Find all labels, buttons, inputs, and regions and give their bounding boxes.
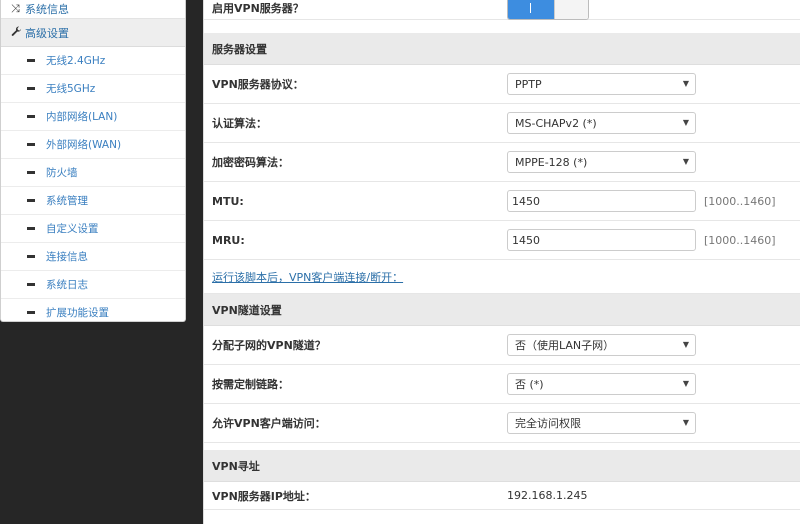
section-title: VPN寻址 [212, 459, 260, 473]
settings-panel: 启用VPN服务器？ 服务器设置 VPN服务器协议： PPTP ▼ 认证算法： M… [203, 0, 800, 524]
toggle-on-segment [508, 0, 554, 19]
wrench-icon [11, 26, 25, 40]
sidebar: ⤨ 系统信息 高级设置 无线2.4GHz 无线5GHz 内部网络(LAN) 外部… [0, 0, 186, 322]
select-value: MS-CHAPv2 (*) [515, 116, 597, 130]
caret-down-icon: ▼ [682, 118, 689, 127]
select-value: 否（使用LAN子网） [515, 339, 615, 352]
encryption-select[interactable]: MPPE-128 (*) ▼ [507, 151, 696, 173]
mru-row: MRU: [1000..1460] [204, 221, 800, 260]
sidebar-section-label: 高级设置 [25, 26, 69, 40]
caret-down-icon: ▼ [682, 79, 689, 88]
select-value: 否 (*) [515, 378, 544, 391]
sidebar-item-lan[interactable]: 内部网络(LAN) [1, 103, 185, 131]
subnet-tunnel-label: 分配子网的VPN隧道？ [212, 339, 326, 352]
sidebar-item-label: 系统信息 [25, 3, 69, 16]
subnet-tunnel-row: 分配子网的VPN隧道？ 否（使用LAN子网） ▼ [204, 326, 800, 365]
mtu-input[interactable] [507, 190, 696, 212]
tunnel-settings-header: VPN隧道设置 [204, 294, 800, 326]
auth-label: 认证算法： [212, 117, 267, 130]
mru-input[interactable] [507, 229, 696, 251]
sidebar-item-label: 内部网络(LAN) [46, 111, 118, 123]
dash-icon [27, 199, 35, 202]
dash-icon [27, 311, 35, 314]
sidebar-item-label: 无线5GHz [46, 83, 96, 95]
sidebar-item-label: 外部网络(WAN) [46, 139, 122, 151]
sidebar-item-label: 无线2.4GHz [46, 55, 106, 67]
sidebar-item-wireless-24[interactable]: 无线2.4GHz [1, 47, 185, 75]
auth-row: 认证算法： MS-CHAPv2 (*) ▼ [204, 104, 800, 143]
select-value: MPPE-128 (*) [515, 155, 588, 169]
caret-down-icon: ▼ [682, 418, 689, 427]
protocol-select[interactable]: PPTP ▼ [507, 73, 696, 95]
shuffle-icon: ⤨ [11, 2, 20, 15]
encryption-label: 加密密码算法： [212, 156, 289, 169]
server-settings-header: 服务器设置 [204, 33, 800, 65]
mtu-row: MTU: [1000..1460] [204, 182, 800, 221]
sidebar-item-wan[interactable]: 外部网络(WAN) [1, 131, 185, 159]
subnet-tunnel-select[interactable]: 否（使用LAN子网） ▼ [507, 334, 696, 356]
sidebar-section-advanced[interactable]: 高级设置 [1, 19, 185, 47]
addressing-header: VPN寻址 [204, 450, 800, 482]
sidebar-item-syslog[interactable]: 系统日志 [1, 271, 185, 299]
enable-vpn-toggle[interactable] [507, 0, 589, 20]
section-title: 服务器设置 [212, 42, 267, 56]
mru-range: [1000..1460] [704, 233, 776, 247]
sidebar-item-label: 系统日志 [46, 279, 88, 291]
mru-label: MRU: [212, 233, 245, 247]
server-ip-label: VPN服务器IP地址： [212, 489, 316, 503]
caret-down-icon: ▼ [682, 340, 689, 349]
sidebar-item-admin[interactable]: 系统管理 [1, 187, 185, 215]
mtu-label: MTU: [212, 194, 244, 208]
protocol-row: VPN服务器协议： PPTP ▼ [204, 65, 800, 104]
caret-down-icon: ▼ [682, 157, 689, 166]
protocol-label: VPN服务器协议： [212, 78, 304, 91]
sidebar-item-extensions[interactable]: 扩展功能设置 [1, 299, 185, 326]
sidebar-item-label: 自定义设置 [46, 223, 99, 235]
dash-icon [27, 283, 35, 286]
dash-icon [27, 115, 35, 118]
sidebar-item-system-info[interactable]: ⤨ 系统信息 [1, 0, 185, 19]
sidebar-item-firewall[interactable]: 防火墙 [1, 159, 185, 187]
caret-down-icon: ▼ [682, 379, 689, 388]
sidebar-item-label: 系统管理 [46, 195, 88, 207]
select-value: PPTP [515, 77, 542, 91]
on-demand-select[interactable]: 否 (*) ▼ [507, 373, 696, 395]
client-access-row: 允许VPN客户端访问： 完全访问权限 ▼ [204, 404, 800, 443]
sidebar-item-label: 连接信息 [46, 251, 88, 263]
sidebar-item-connections[interactable]: 连接信息 [1, 243, 185, 271]
script-row: 运行该脚本后，VPN客户端连接/断开： [204, 260, 800, 294]
on-demand-label: 按需定制链路： [212, 378, 289, 391]
sidebar-item-wireless-5[interactable]: 无线5GHz [1, 75, 185, 103]
dash-icon [27, 59, 35, 62]
mtu-range: [1000..1460] [704, 194, 776, 208]
select-value: 完全访问权限 [515, 417, 581, 430]
section-title: VPN隧道设置 [212, 303, 282, 317]
server-ip-value: 192.168.1.245 [507, 489, 588, 502]
enable-vpn-label: 启用VPN服务器？ [212, 2, 304, 15]
dash-icon [27, 255, 35, 258]
on-demand-row: 按需定制链路： 否 (*) ▼ [204, 365, 800, 404]
script-link[interactable]: 运行该脚本后，VPN客户端连接/断开： [212, 269, 403, 285]
server-ip-row: VPN服务器IP地址： 192.168.1.245 [204, 482, 800, 510]
client-access-label: 允许VPN客户端访问： [212, 417, 326, 430]
dash-icon [27, 227, 35, 230]
dash-icon [27, 143, 35, 146]
dash-icon [27, 87, 35, 90]
auth-select[interactable]: MS-CHAPv2 (*) ▼ [507, 112, 696, 134]
dash-icon [27, 171, 35, 174]
sidebar-item-label: 扩展功能设置 [46, 307, 109, 319]
sidebar-item-custom[interactable]: 自定义设置 [1, 215, 185, 243]
client-access-select[interactable]: 完全访问权限 ▼ [507, 412, 696, 434]
sidebar-item-label: 防火墙 [46, 167, 78, 179]
toggle-off-segment [554, 0, 588, 19]
enable-vpn-row: 启用VPN服务器？ [204, 0, 800, 20]
encryption-row: 加密密码算法： MPPE-128 (*) ▼ [204, 143, 800, 182]
